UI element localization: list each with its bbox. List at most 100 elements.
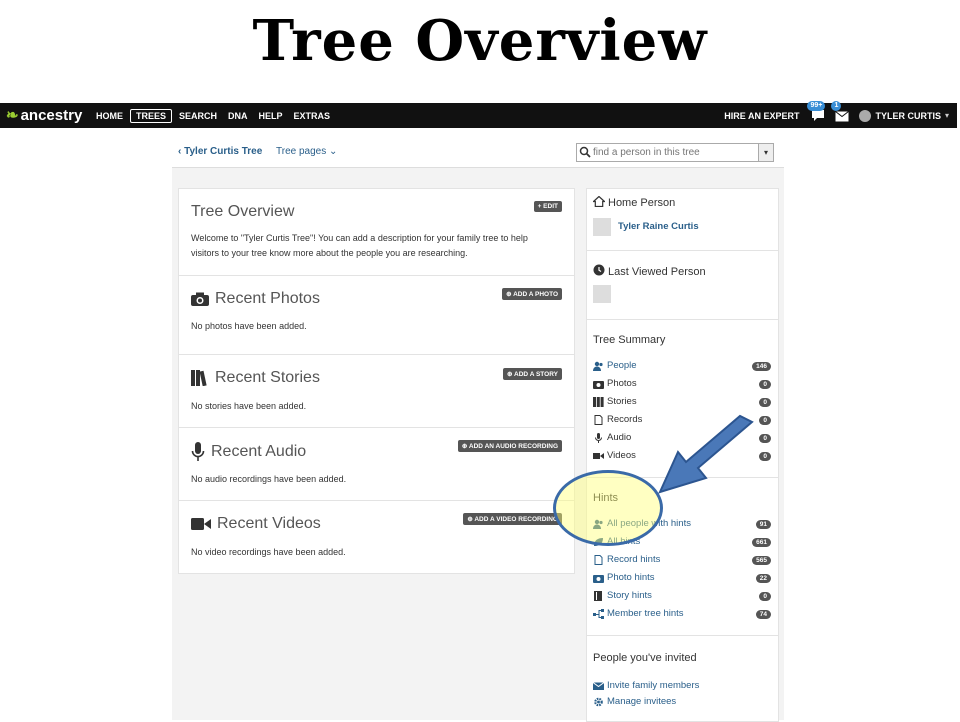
add-audio-button[interactable]: ⊕ ADD AN AUDIO RECORDING — [457, 440, 562, 452]
video-camera-icon — [191, 517, 211, 530]
document-icon — [594, 414, 603, 425]
add-video-button[interactable]: ⊕ ADD A VIDEO RECORDING — [463, 513, 562, 525]
home-person-avatar[interactable] — [593, 218, 611, 236]
nav-right: HIRE AN EXPERT 99+ 1 TYLER CURTIS ▾ — [724, 100, 949, 128]
summary-count: 0 — [759, 380, 771, 389]
person-search: ▾ — [576, 143, 774, 162]
invited-title: People you've invited — [593, 652, 697, 664]
search-icon — [579, 146, 591, 158]
stories-section: Recent Stories ⊕ ADD A STORY No stories … — [179, 355, 574, 428]
tree-pages-menu[interactable]: Tree pages ⌄ — [276, 146, 337, 157]
top-nav-bar: ❧ ancestry HOME TREES SEARCH DNA HELP EXT… — [0, 100, 957, 128]
messages-badge: 99+ — [807, 100, 826, 111]
nav-dna[interactable]: DNA — [224, 109, 252, 123]
photos-empty: No photos have been added. — [191, 321, 307, 331]
leaf-icon: ❧ — [6, 107, 19, 124]
hint-count: 0 — [759, 592, 771, 601]
nav-help[interactable]: HELP — [255, 109, 287, 123]
summary-label: Records — [607, 414, 643, 425]
edit-button[interactable]: + EDIT — [533, 201, 562, 212]
add-audio-label: ADD AN AUDIO RECORDING — [468, 443, 558, 450]
stories-title: Recent Stories — [215, 369, 320, 386]
add-photo-label: ADD A PHOTO — [513, 291, 558, 298]
video-icon — [593, 452, 604, 459]
audio-section: Recent Audio ⊕ ADD AN AUDIO RECORDING No… — [179, 428, 574, 501]
invite-family-link[interactable]: Invite family members — [593, 680, 771, 694]
nav-home[interactable]: HOME — [92, 109, 127, 123]
plus-circle-icon: ⊕ — [461, 443, 469, 450]
last-viewed-avatar[interactable] — [593, 285, 611, 303]
nav-trees[interactable]: TREES — [130, 108, 173, 123]
hint-row-photos[interactable]: Photo hints 22 — [593, 572, 771, 586]
microphone-icon — [595, 432, 602, 443]
messages-button[interactable]: 99+ — [807, 100, 827, 123]
nav-extras[interactable]: EXTRAS — [290, 109, 335, 123]
summary-row-people[interactable]: People 146 — [593, 360, 771, 374]
hint-row-stories[interactable]: Story hints 0 — [593, 590, 771, 604]
camera-icon — [593, 574, 604, 583]
hire-expert-link[interactable]: HIRE AN EXPERT — [724, 111, 799, 121]
videos-section: Recent Videos ⊕ ADD A VIDEO RECORDING No… — [179, 501, 574, 572]
summary-label: Videos — [607, 450, 636, 461]
mail-button[interactable]: 1 — [831, 100, 851, 123]
tree-pages-label: Tree pages — [276, 146, 327, 157]
overview-title: Tree Overview — [191, 203, 295, 220]
slide-title: Tree Overview — [252, 8, 708, 74]
invited-section: People you've invited Invite family memb… — [587, 636, 778, 721]
tree-summary-title: Tree Summary — [593, 334, 666, 346]
tree-header: ‹ Tyler Curtis Tree Tree pages ⌄ ▾ — [172, 135, 784, 168]
ancestry-logo[interactable]: ❧ ancestry — [6, 106, 82, 124]
hint-row-records[interactable]: Record hints 565 — [593, 554, 771, 568]
manage-invitees-link[interactable]: Manage invitees — [593, 696, 771, 710]
hint-count: 91 — [755, 520, 771, 529]
hint-row-member-tree[interactable]: Member tree hints 74 — [593, 608, 771, 622]
invite-link-label: Invite family members — [607, 680, 700, 691]
videos-title-wrap: Recent Videos — [191, 515, 321, 533]
tree-name-text: Tyler Curtis Tree — [184, 146, 263, 157]
home-icon — [591, 195, 607, 208]
main-nav: HOME TREES SEARCH DNA HELP EXTRAS — [92, 103, 337, 128]
person-search-input[interactable] — [591, 146, 755, 159]
search-dropdown-button[interactable]: ▾ — [758, 144, 773, 161]
user-menu[interactable]: TYLER CURTIS — [875, 111, 941, 121]
overview-description-2: visitors to your tree know more about th… — [191, 248, 468, 258]
hint-label: Story hints — [607, 590, 652, 601]
plus-circle-icon: ⊕ — [507, 371, 515, 378]
summary-label: Photos — [607, 378, 637, 389]
add-photo-button[interactable]: ⊕ ADD A PHOTO — [502, 288, 562, 300]
chevron-down-icon: ⌄ — [329, 146, 338, 157]
nav-search[interactable]: SEARCH — [175, 109, 221, 123]
camera-icon — [593, 380, 604, 389]
tree-name-link[interactable]: ‹ Tyler Curtis Tree — [178, 146, 262, 157]
home-person-section: Home Person Tyler Raine Curtis — [587, 189, 778, 251]
videos-title: Recent Videos — [217, 515, 321, 532]
book-icon — [594, 590, 602, 601]
user-avatar[interactable] — [859, 109, 872, 122]
overview-section: Tree Overview + EDIT Welcome to "Tyler C… — [179, 189, 574, 276]
summary-count: 146 — [752, 362, 771, 371]
clock-icon — [593, 264, 605, 276]
pointer-arrow — [658, 414, 754, 494]
tree-icon — [593, 608, 604, 619]
photos-section: Recent Photos ⊕ ADD A PHOTO No photos ha… — [179, 276, 574, 355]
summary-label: Stories — [607, 396, 637, 407]
books-icon — [191, 369, 207, 386]
add-story-button[interactable]: ⊕ ADD A STORY — [503, 368, 562, 380]
summary-count: 0 — [759, 398, 771, 407]
audio-title: Recent Audio — [211, 443, 307, 461]
hint-count: 74 — [755, 610, 771, 619]
add-video-label: ADD A VIDEO RECORDING — [474, 516, 558, 523]
summary-row-photos: Photos 0 — [593, 378, 771, 392]
summary-count: 0 — [759, 416, 771, 425]
hint-count: 565 — [752, 556, 771, 565]
home-person-title: Home Person — [608, 197, 676, 209]
microphone-icon — [191, 442, 205, 461]
last-viewed-section: Last Viewed Person — [587, 251, 778, 320]
logo-text: ancestry — [20, 107, 83, 124]
chevron-down-icon[interactable]: ▾ — [945, 111, 949, 120]
gear-icon — [594, 697, 603, 706]
people-icon — [593, 361, 603, 371]
camera-icon — [191, 292, 209, 306]
home-person-link[interactable]: Tyler Raine Curtis — [618, 221, 699, 232]
hint-label: Member tree hints — [607, 608, 684, 619]
